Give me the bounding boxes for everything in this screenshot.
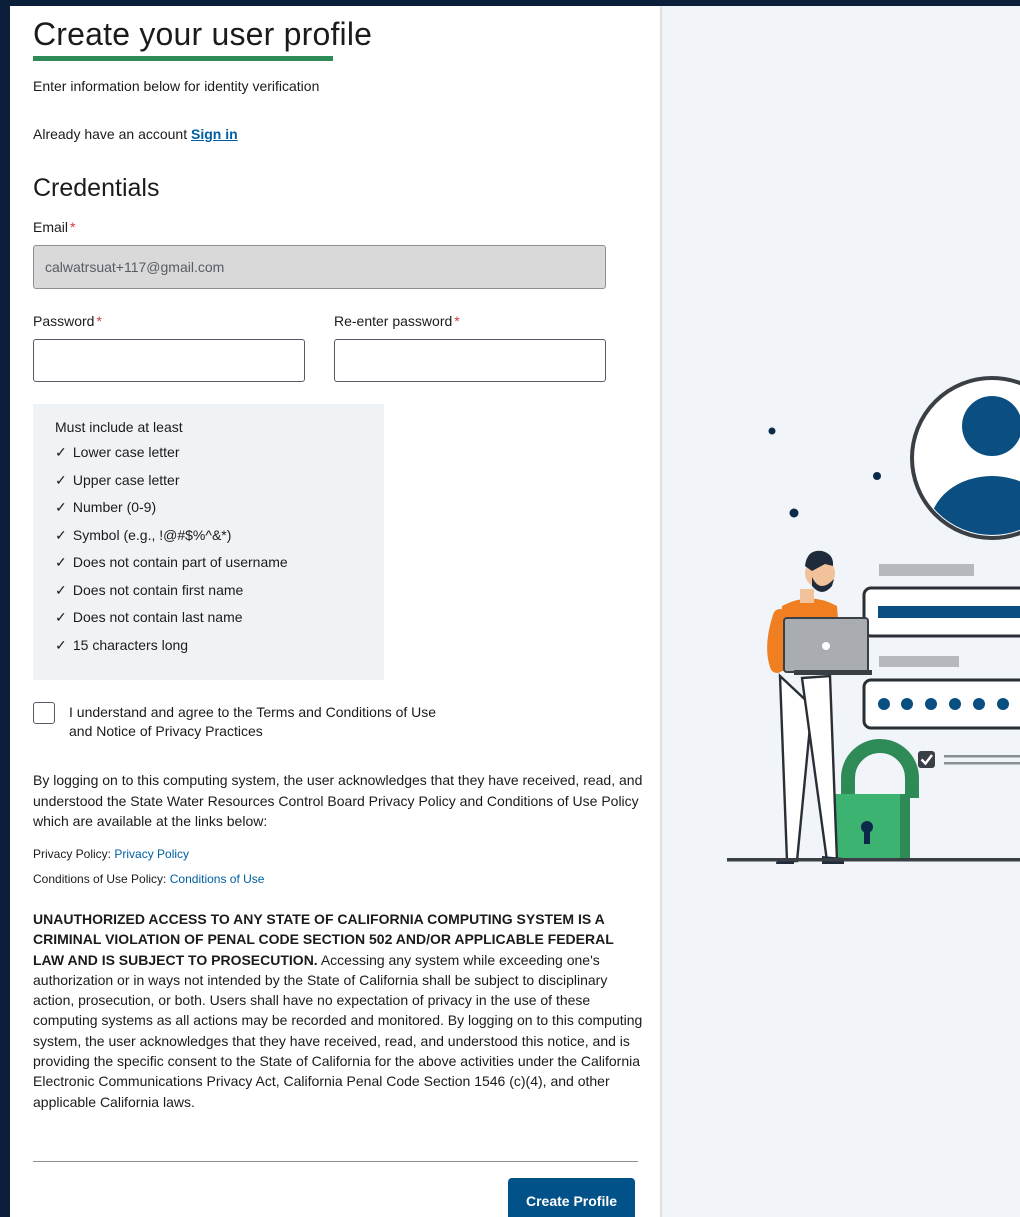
privacy-policy-link[interactable]: Privacy Policy xyxy=(114,847,189,861)
checkmark-icon: ✓ xyxy=(55,554,67,570)
login-illustration xyxy=(727,376,1020,864)
reenter-password-label: Re-enter password * xyxy=(334,313,460,329)
laptop-icon xyxy=(783,617,872,675)
terms-label-line1: I understand and agree to the Terms and … xyxy=(69,704,437,720)
decor-dot xyxy=(873,472,881,480)
requirement-item: ✓ Lower case letter xyxy=(55,444,362,472)
checkmark-icon: ✓ xyxy=(55,581,67,598)
form-label-bar xyxy=(879,564,974,576)
user-avatar-icon xyxy=(910,376,1020,540)
legal-warning-body: Accessing any system while exceeding one… xyxy=(33,951,643,1110)
checkmark-icon: ✓ xyxy=(55,444,67,460)
padlock-icon xyxy=(830,739,919,860)
requirement-text: Does not contain first name xyxy=(72,581,244,598)
requirement-item: ✓ Does not contain first name xyxy=(55,582,362,610)
requirement-text: 15 characters long xyxy=(72,636,189,653)
requirement-text: Lower case letter xyxy=(72,444,180,460)
privacy-notice: By logging on to this computing system, … xyxy=(33,772,643,829)
password-label-text: Password xyxy=(33,313,95,329)
terms-label: I understand and agree to the Terms and … xyxy=(69,703,489,741)
person-figure xyxy=(767,550,844,864)
privacy-policy-label: Privacy Policy: xyxy=(33,847,112,861)
footer-divider xyxy=(33,1161,638,1162)
privacy-policy-line: Privacy Policy: Privacy Policy xyxy=(33,847,189,861)
conditions-policy-line: Conditions of Use Policy: Conditions of … xyxy=(33,872,264,886)
required-marker: * xyxy=(454,313,460,329)
requirement-item: ✓ 15 characters long xyxy=(55,637,362,665)
title-underline xyxy=(33,56,333,61)
requirement-item: ✓ Number (0-9) xyxy=(55,499,362,527)
required-marker: * xyxy=(70,219,76,235)
requirement-item: ✓ Does not contain part of username xyxy=(55,554,362,582)
checkmark-icon: ✓ xyxy=(55,499,67,515)
terms-label-line2: and Notice of Privacy Practices xyxy=(69,723,263,739)
checkmark-icon: ✓ xyxy=(55,526,67,543)
page-subtitle: Enter information below for identity ver… xyxy=(33,78,320,94)
sign-in-link[interactable]: Sign in xyxy=(191,126,238,142)
requirements-heading: Must include at least xyxy=(55,419,183,435)
reenter-password-field[interactable] xyxy=(334,339,606,382)
requirement-item: ✓ Symbol (e.g., !@#$%^&*) xyxy=(55,527,362,555)
email-field[interactable] xyxy=(33,245,606,289)
decor-dot xyxy=(789,508,799,518)
form-label-bar xyxy=(879,656,959,667)
profile-form-panel: Create your user profile Enter informati… xyxy=(10,6,660,1217)
have-account-line: Already have an account Sign in xyxy=(33,126,238,142)
requirement-text: Upper case letter xyxy=(72,471,180,488)
create-profile-button[interactable]: Create Profile xyxy=(508,1178,635,1217)
ground-line xyxy=(727,858,1020,862)
conditions-of-use-link[interactable]: Conditions of Use xyxy=(170,872,265,886)
password-requirements: Must include at least ✓ Lower case lette… xyxy=(33,404,384,680)
form-field-fill xyxy=(878,606,1020,618)
legal-warning: UNAUTHORIZED ACCESS TO ANY STATE OF CALI… xyxy=(33,909,645,1112)
password-field[interactable] xyxy=(33,339,305,382)
requirement-text: Does not contain part of username xyxy=(72,554,288,570)
illustration-panel xyxy=(662,6,1020,1217)
email-label-text: Email xyxy=(33,219,69,235)
requirement-item: ✓ Does not contain last name xyxy=(55,609,362,637)
checkmark-icon: ✓ xyxy=(55,609,67,625)
checkmark-icon: ✓ xyxy=(55,471,67,488)
have-account-text: Already have an account xyxy=(33,126,188,142)
requirement-text: Does not contain last name xyxy=(72,609,243,625)
password-label: Password * xyxy=(33,313,102,329)
terms-checkbox[interactable] xyxy=(33,702,55,724)
page-title: Create your user profile xyxy=(33,16,373,52)
requirement-text: Number (0-9) xyxy=(72,499,157,515)
required-marker: * xyxy=(96,313,102,329)
checkmark-icon: ✓ xyxy=(55,636,67,653)
requirement-text: Symbol (e.g., !@#$%^&*) xyxy=(72,526,232,543)
credentials-heading: Credentials xyxy=(33,174,160,202)
conditions-policy-label: Conditions of Use Policy: xyxy=(33,872,167,886)
decor-dot xyxy=(768,427,776,435)
reenter-password-label-text: Re-enter password xyxy=(334,313,453,329)
checkbox-icon xyxy=(918,751,1020,768)
email-label: Email * xyxy=(33,219,75,235)
requirement-item: ✓ Upper case letter xyxy=(55,472,362,500)
